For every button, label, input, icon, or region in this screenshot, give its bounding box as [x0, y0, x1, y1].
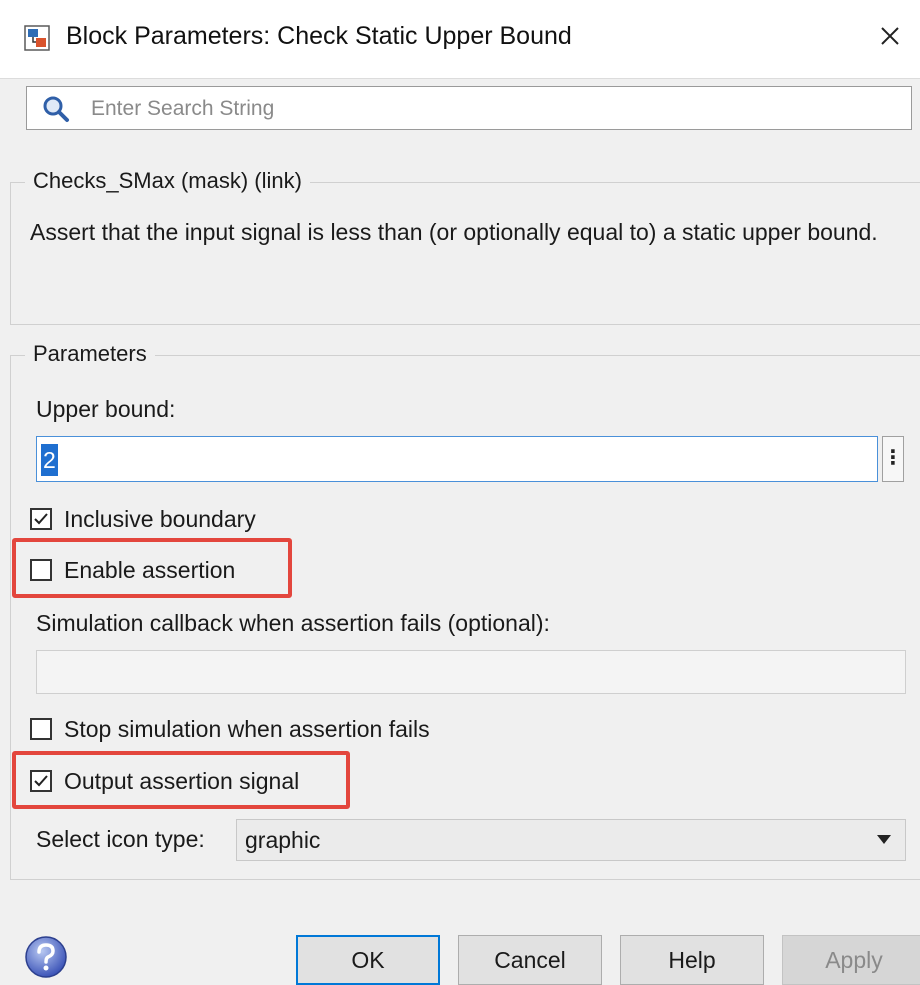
- output-assertion-checkbox[interactable]: [30, 770, 52, 792]
- title-bar: Block Parameters: Check Static Upper Bou…: [0, 0, 920, 79]
- output-assertion-label: Output assertion signal: [64, 767, 300, 794]
- enable-assertion-checkbox[interactable]: [30, 559, 52, 581]
- enable-assertion-row[interactable]: Enable assertion: [30, 553, 235, 587]
- search-icon: [43, 96, 69, 122]
- description-group: Checks_SMax (mask) (link): [10, 168, 920, 325]
- inclusive-boundary-checkbox[interactable]: [30, 508, 52, 530]
- callback-field[interactable]: [36, 650, 906, 694]
- chevron-down-icon: [877, 835, 891, 844]
- checkmark-icon: [34, 513, 48, 525]
- upper-bound-field[interactable]: 2: [36, 436, 878, 482]
- ok-button[interactable]: OK: [296, 935, 440, 985]
- checkmark-icon: [34, 775, 48, 787]
- window-title: Block Parameters: Check Static Upper Bou…: [66, 22, 572, 50]
- callback-label: Simulation callback when assertion fails…: [36, 610, 550, 636]
- output-assertion-row[interactable]: Output assertion signal: [30, 764, 299, 798]
- block-description: Assert that the input signal is less tha…: [30, 219, 878, 245]
- enable-assertion-label: Enable assertion: [64, 556, 236, 583]
- inclusive-boundary-label: Inclusive boundary: [64, 505, 256, 532]
- stop-simulation-label: Stop simulation when assertion fails: [64, 715, 430, 742]
- cancel-button[interactable]: Cancel: [458, 935, 602, 985]
- upper-bound-label: Upper bound:: [36, 396, 176, 422]
- simulink-block-icon: [24, 25, 50, 51]
- icon-type-label: Select icon type:: [36, 826, 205, 852]
- apply-button[interactable]: Apply: [782, 935, 920, 985]
- icon-type-select[interactable]: graphic: [236, 819, 906, 861]
- help-button[interactable]: Help: [620, 935, 764, 985]
- upper-bound-more-button[interactable]: ⋮: [882, 436, 904, 482]
- upper-bound-value[interactable]: 2: [41, 444, 58, 476]
- stop-simulation-row[interactable]: Stop simulation when assertion fails: [30, 712, 430, 746]
- inclusive-boundary-row[interactable]: Inclusive boundary: [30, 502, 256, 536]
- search-box: [26, 86, 912, 130]
- icon-type-value: graphic: [245, 827, 321, 853]
- description-legend: Checks_SMax (mask) (link): [25, 168, 310, 194]
- stop-simulation-checkbox[interactable]: [30, 718, 52, 740]
- help-icon[interactable]: [24, 935, 68, 979]
- close-icon[interactable]: [872, 18, 908, 54]
- search-input[interactable]: [89, 93, 893, 125]
- parameters-legend: Parameters: [25, 341, 155, 367]
